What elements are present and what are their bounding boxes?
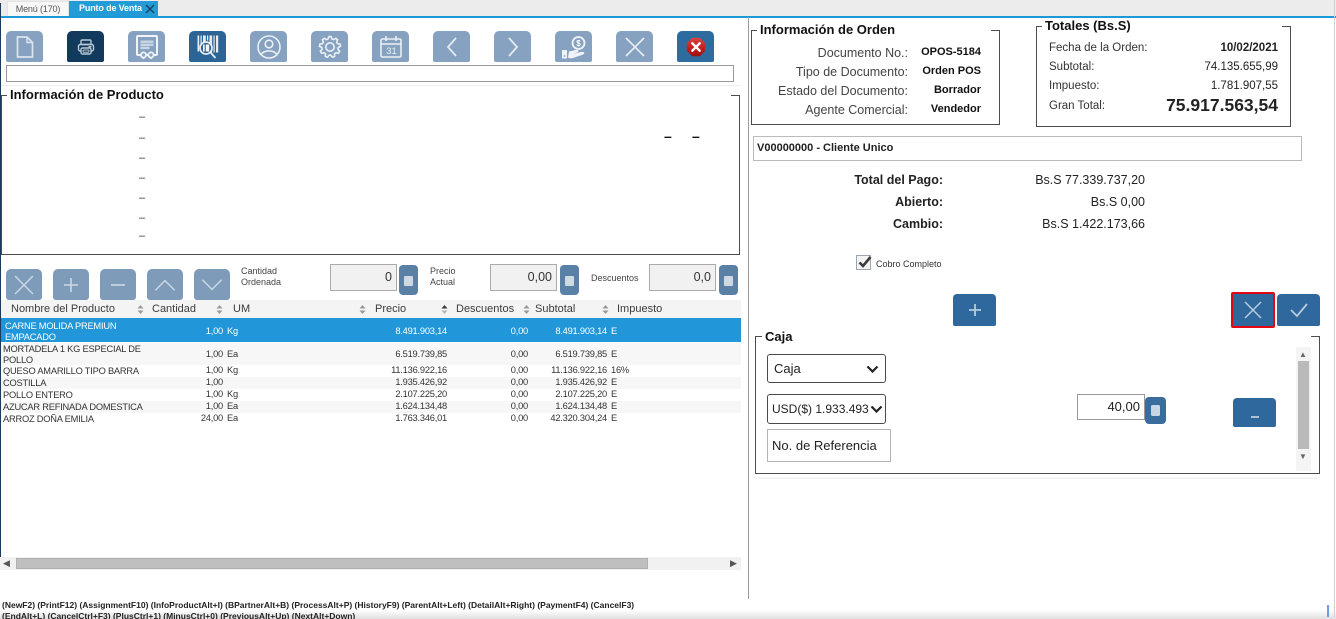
svg-text:$: $	[576, 39, 581, 48]
svg-text:31: 31	[386, 46, 397, 57]
